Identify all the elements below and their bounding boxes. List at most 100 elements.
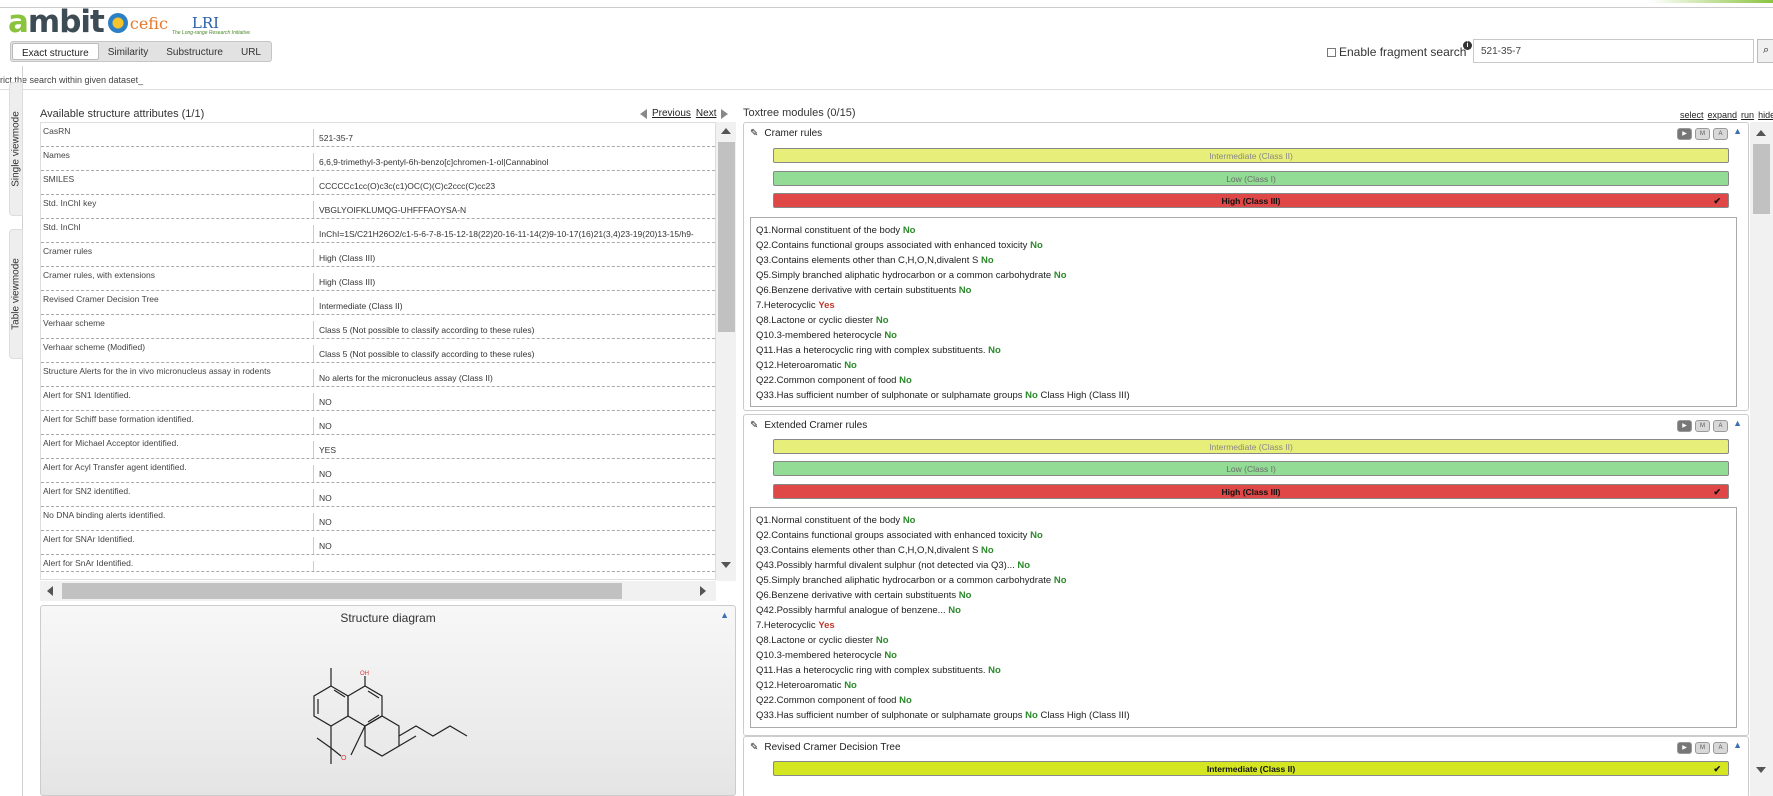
class-low[interactable]: Low (Class I) [773, 171, 1729, 186]
collapse-icon[interactable]: ▲ [1733, 418, 1742, 428]
next-arrow-icon[interactable] [721, 108, 729, 119]
question-text: Q12.Heteroaromatic [756, 680, 842, 691]
lri-logo[interactable]: LRI The Long-range Research Initiative [172, 16, 250, 36]
single-viewmode-tab[interactable]: Single viewmode [9, 82, 23, 216]
collapse-icon[interactable]: ▲ [1733, 126, 1742, 136]
next-link[interactable]: Next [696, 108, 717, 119]
question-answer: No [875, 635, 889, 646]
scroll-left-icon[interactable] [47, 586, 53, 596]
attributes-horizontal-scrollbar[interactable] [40, 581, 716, 601]
collapse-icon[interactable]: ▲ [720, 610, 729, 620]
toxtree-vertical-scrollbar[interactable] [1750, 122, 1773, 796]
scroll-right-icon[interactable] [700, 586, 706, 596]
question-answer: No [902, 515, 916, 526]
attribute-name: Alert for SN2 identified. [43, 486, 131, 496]
expand-link[interactable]: expand [1708, 110, 1738, 120]
attribute-name: SMILES [43, 174, 75, 184]
previous-arrow-icon[interactable] [640, 108, 647, 119]
info-icon[interactable]: i [1463, 41, 1472, 50]
class-high-selected[interactable]: High (Class III) ✔ [773, 193, 1729, 208]
question-text: Q3.Contains elements other than C,H,O,N,… [756, 545, 979, 556]
table-row: SMILES CCCCCc1cc(O)c3c(c1)OC(C)(C)c2ccc(C… [41, 171, 715, 195]
attribute-name: Cramer rules, with extensions [43, 270, 155, 280]
scroll-up-icon[interactable] [721, 128, 731, 134]
question-line: Q12.Heteroaromatic No [756, 358, 1731, 373]
toxtree-modules: ✎ Cramer rules ▶ M A ▲ Intermediate (Clas… [743, 122, 1749, 796]
attribute-value: 521-35-7 [313, 129, 715, 146]
attribute-value: InChI=1S/C21H26O2/c1-5-6-7-8-15-12-18(22… [313, 225, 715, 242]
question-text: Q8.Lactone or cyclic diester [756, 315, 874, 326]
attribute-name: Cramer rules [43, 246, 93, 256]
question-line: 7.Heterocyclic Yes [756, 298, 1731, 313]
attribute-name: Std. InChI key [43, 198, 97, 208]
question-text: Q33.Has sufficient number of sulphonate … [756, 390, 1023, 401]
attribute-name: Alert for SNAr Identified. [43, 534, 135, 544]
class-high-selected[interactable]: High (Class III) ✔ [773, 484, 1729, 499]
run-link[interactable]: run [1741, 110, 1754, 120]
attribute-value: NO [313, 417, 715, 434]
m-button[interactable]: M [1695, 742, 1710, 754]
tab-substructure[interactable]: Substructure [157, 43, 232, 60]
cefic-logo[interactable]: cefic [107, 13, 168, 33]
collapse-icon[interactable]: ▲ [1733, 740, 1742, 750]
scroll-down-icon[interactable] [1756, 767, 1766, 773]
edit-icon[interactable]: ✎ [750, 742, 758, 753]
question-text: Q2.Contains functional groups associated… [756, 530, 1028, 541]
structure-diagram-panel: Structure diagram ▲ OH O [40, 605, 736, 796]
edit-icon[interactable]: ✎ [750, 128, 758, 139]
previous-link[interactable]: Previous [652, 108, 691, 119]
tab-url[interactable]: URL [232, 43, 270, 60]
question-line: Q1.Normal constituent of the body No [756, 223, 1731, 238]
class-intermediate[interactable]: Intermediate (Class II) [773, 148, 1729, 163]
divider [0, 89, 1773, 90]
a-button[interactable]: A [1713, 420, 1728, 432]
attribute-value: NO [313, 465, 715, 482]
scroll-thumb[interactable] [1753, 144, 1770, 214]
scroll-down-icon[interactable] [721, 562, 731, 568]
question-line: Q5.Simply branched aliphatic hydrocarbon… [756, 268, 1731, 283]
tab-similarity[interactable]: Similarity [99, 43, 158, 60]
tab-exact-structure[interactable]: Exact structure [12, 43, 99, 60]
toxtree-actions: select expand run hide [1680, 110, 1773, 120]
m-button[interactable]: M [1695, 128, 1710, 140]
attribute-name: Alert for Michael Acceptor identified. [43, 438, 179, 448]
class-result: Class High (Class III) [1040, 710, 1130, 721]
class-intermediate[interactable]: Intermediate (Class II) [773, 439, 1729, 454]
search-button[interactable]: ⌕ [1757, 39, 1773, 63]
attributes-vertical-scrollbar[interactable] [716, 122, 736, 581]
fragment-search-checkbox[interactable] [1327, 47, 1336, 57]
attribute-name: Alert for SN1 Identified. [43, 390, 131, 400]
toxtree-title-bar: Toxtree modules (0/15) [743, 107, 856, 119]
question-text: Q11.Has a heterocyclic ring with complex… [756, 345, 986, 356]
question-text: 7.Heterocyclic [756, 620, 816, 631]
a-button[interactable]: A [1713, 128, 1728, 140]
question-text: Q22.Common component of food [756, 695, 897, 706]
question-line: Q3.Contains elements other than C,H,O,N,… [756, 543, 1731, 558]
edit-icon[interactable]: ✎ [750, 420, 758, 431]
fragment-search-option[interactable]: Enable fragment search [1327, 45, 1466, 59]
question-text: Q5.Simply branched aliphatic hydrocarbon… [756, 270, 1052, 281]
question-line: Q33.Has sufficient number of sulphonate … [756, 388, 1731, 403]
select-link[interactable]: select [1680, 110, 1704, 120]
a-button[interactable]: A [1713, 742, 1728, 754]
ambit-logo[interactable]: ambit [8, 6, 105, 38]
table-row: Cramer rules, with extensions High (Class… [41, 267, 715, 291]
attribute-value: VBGLYOIFKLUMQG-UHFFFAOYSA-N [313, 201, 715, 218]
scroll-thumb[interactable] [718, 142, 735, 332]
run-button[interactable]: ▶ [1677, 742, 1692, 754]
table-viewmode-tab[interactable]: Table viewmode [9, 229, 23, 359]
run-button[interactable]: ▶ [1677, 420, 1692, 432]
fragment-search-label: Enable fragment search [1339, 45, 1467, 59]
question-line: Q33.Has sufficient number of sulphonate … [756, 708, 1731, 723]
run-button[interactable]: ▶ [1677, 128, 1692, 140]
scroll-up-icon[interactable] [1756, 130, 1766, 136]
hide-link[interactable]: hide [1758, 110, 1773, 120]
table-row: Std. InChI key VBGLYOIFKLUMQG-UHFFFAOYSA-… [41, 195, 715, 219]
attributes-table: CasRN 521-35-7 Names 6,6,9-trimethyl-3-pent… [40, 122, 716, 580]
class-intermediate-selected[interactable]: Intermediate (Class II) ✔ [773, 761, 1729, 776]
m-button[interactable]: M [1695, 420, 1710, 432]
question-text: Q5.Simply branched aliphatic hydrocarbon… [756, 575, 1052, 586]
search-input[interactable] [1473, 39, 1754, 63]
scroll-thumb[interactable] [62, 583, 622, 599]
class-low[interactable]: Low (Class I) [773, 461, 1729, 476]
